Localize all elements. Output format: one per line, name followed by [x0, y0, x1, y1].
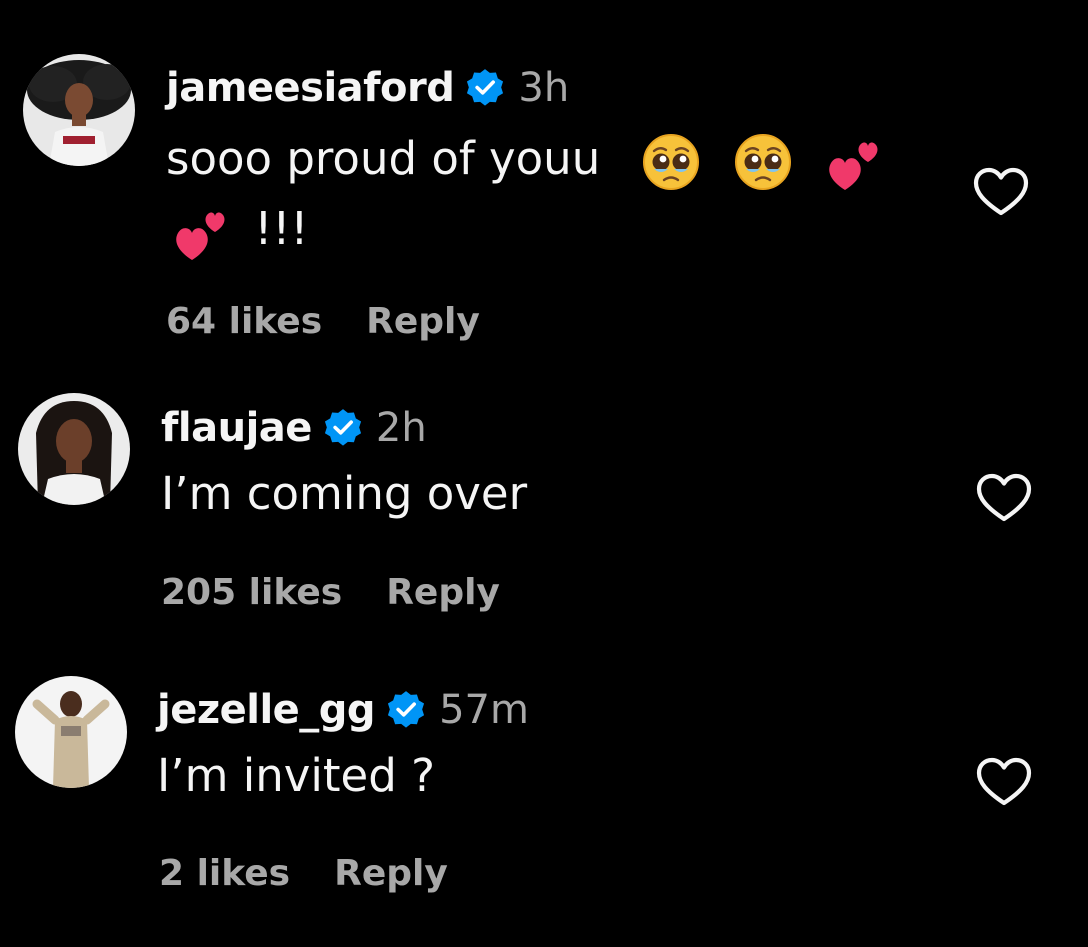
reply-button[interactable]: Reply: [366, 301, 480, 342]
comment-time: 2h: [375, 405, 427, 451]
pleading-face-emoji-icon: [733, 132, 793, 192]
verified-badge-icon: [322, 407, 364, 449]
comment-text: sooo proud of youu: [166, 124, 885, 194]
avatar[interactable]: [23, 54, 135, 166]
username[interactable]: flaujae: [161, 405, 312, 451]
likes-count[interactable]: 64 likes: [166, 301, 322, 342]
avatar[interactable]: [18, 393, 130, 505]
two-hearts-emoji-icon: [825, 132, 885, 192]
comment-text-line: !!!: [254, 202, 309, 255]
verified-badge-icon: [385, 689, 427, 731]
comment-meta: 205 likes Reply: [161, 567, 500, 617]
comment-text: !!!: [166, 194, 308, 264]
comment-text: I’m coming over: [161, 459, 527, 529]
two-hearts-emoji-icon: [172, 202, 232, 262]
username[interactable]: jameesiaford: [166, 65, 455, 111]
reply-button[interactable]: Reply: [334, 853, 448, 894]
username[interactable]: jezelle_gg: [157, 687, 376, 733]
avatar[interactable]: [15, 676, 127, 788]
likes-count[interactable]: 205 likes: [161, 572, 342, 613]
comment-header: flaujae 2h: [161, 402, 427, 454]
heart-icon: [976, 473, 1032, 522]
heart-icon: [976, 757, 1032, 806]
verified-badge-icon: [464, 67, 506, 109]
reply-button[interactable]: Reply: [386, 572, 500, 613]
like-button[interactable]: [973, 166, 1029, 218]
comment-meta: 64 likes Reply: [166, 296, 480, 346]
comment-header: jezelle_gg 57m: [157, 684, 529, 736]
heart-icon: [973, 167, 1029, 216]
comment-text: I’m invited ?: [157, 741, 435, 811]
comment-time: 57m: [439, 687, 529, 733]
like-button[interactable]: [976, 472, 1032, 524]
comment-time: 3h: [518, 65, 570, 111]
pleading-face-emoji-icon: [641, 132, 701, 192]
comment-text-line: I’m invited ?: [157, 749, 435, 802]
comment-header: jameesiaford 3h: [166, 62, 569, 114]
comment-text-line: sooo proud of youu: [166, 132, 601, 185]
likes-count[interactable]: 2 likes: [159, 853, 290, 894]
like-button[interactable]: [976, 756, 1032, 808]
comment-meta: 2 likes Reply: [159, 848, 448, 898]
comment-text-line: I’m coming over: [161, 467, 528, 520]
